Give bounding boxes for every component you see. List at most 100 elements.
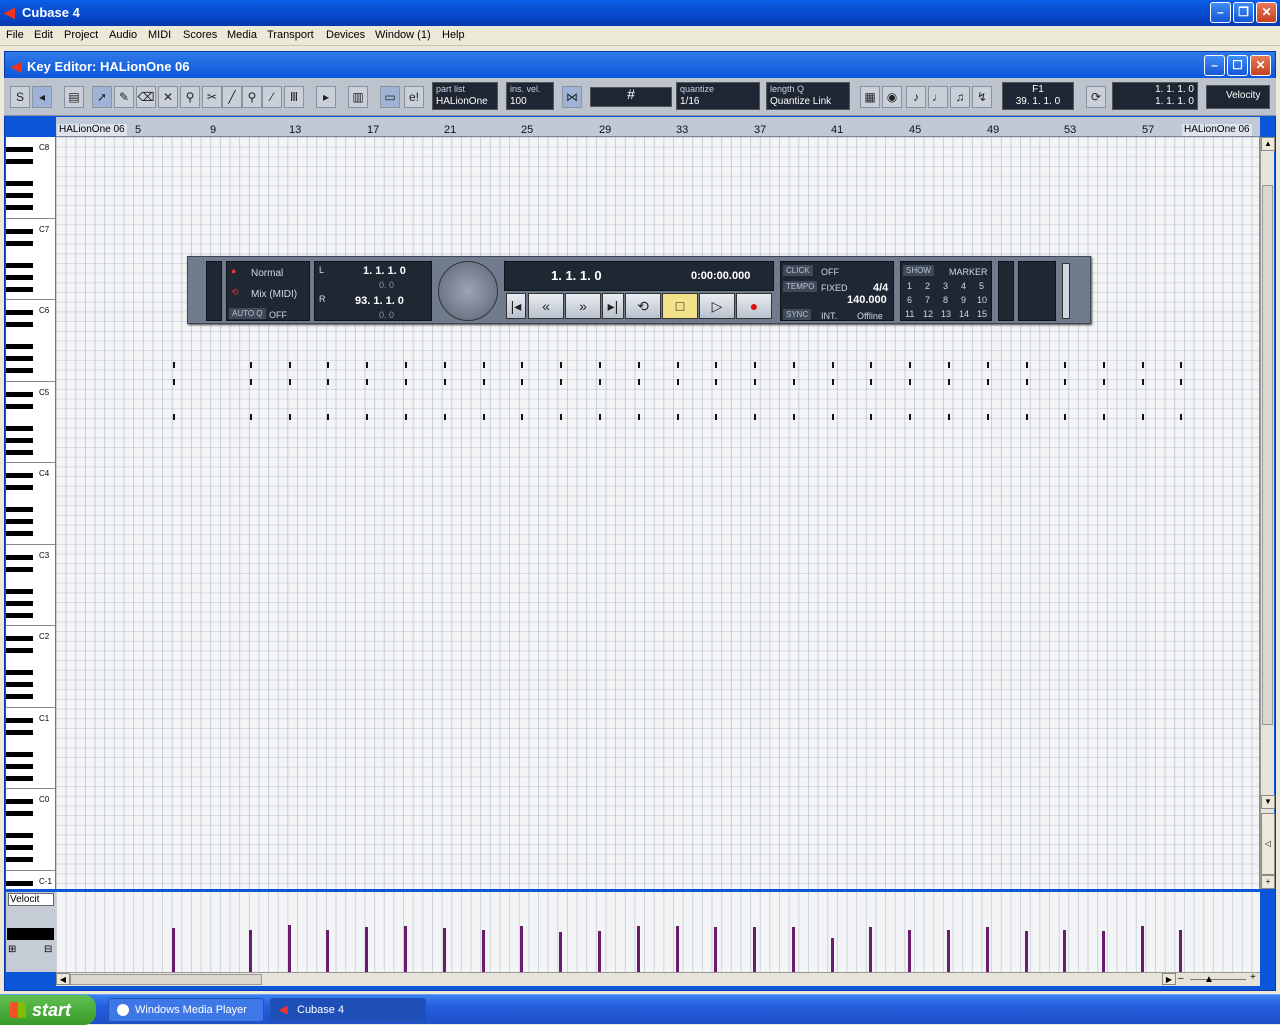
black-key[interactable] — [6, 648, 33, 653]
midi-note[interactable] — [793, 379, 795, 385]
editor-minimize-button[interactable]: – — [1204, 55, 1225, 76]
midi-note[interactable] — [715, 414, 717, 420]
marker-8[interactable]: 8 — [943, 295, 948, 305]
midi-note[interactable] — [1026, 379, 1028, 385]
menu-scores[interactable]: Scores — [183, 29, 217, 41]
black-key[interactable] — [6, 857, 33, 862]
black-key[interactable] — [6, 682, 33, 687]
close-button[interactable]: ✕ — [1256, 2, 1277, 23]
black-key[interactable] — [6, 531, 33, 536]
velocity-lane[interactable] — [56, 892, 1260, 972]
quantize-dropdown[interactable]: quantize 1/16 — [676, 82, 760, 110]
transport-panel[interactable]: ● Normal ⟲ Mix (MIDI) AUTO Q OFF L 1. 1.… — [187, 256, 1091, 324]
midi-note[interactable] — [250, 379, 252, 385]
menu-window[interactable]: Window (1) — [375, 29, 431, 41]
midi-note[interactable] — [173, 362, 175, 368]
position-time[interactable]: 0:00:00.000 — [691, 270, 750, 282]
note-grid[interactable] — [56, 137, 1260, 889]
marker-6[interactable]: 6 — [907, 295, 912, 305]
black-key[interactable] — [6, 751, 33, 757]
left-locator[interactable]: 1. 1. 1. 0 — [363, 265, 406, 277]
horizontal-scroll-thumb[interactable] — [70, 974, 262, 985]
black-key[interactable] — [6, 566, 33, 572]
scroll-right-icon[interactable]: ▶ — [1162, 973, 1176, 985]
midi-note[interactable] — [1142, 379, 1144, 385]
jog-wheel-icon[interactable] — [438, 261, 498, 321]
part-border-icon[interactable]: ▭ — [380, 86, 400, 108]
independent-track-loop-icon[interactable]: ⟳ — [1086, 86, 1106, 108]
black-key[interactable] — [6, 228, 33, 234]
menu-transport[interactable]: Transport — [267, 29, 314, 41]
black-key[interactable] — [6, 612, 33, 618]
menu-help[interactable]: Help — [442, 29, 465, 41]
velocity-bar[interactable] — [1063, 930, 1066, 972]
midi-note[interactable] — [1064, 362, 1066, 368]
marker-5[interactable]: 5 — [979, 281, 984, 291]
midi-note[interactable] — [1103, 379, 1105, 385]
erase-tool-icon[interactable]: ⌫ — [136, 86, 156, 108]
position-bars[interactable]: 1. 1. 1. 0 — [551, 268, 602, 283]
black-key[interactable] — [6, 507, 33, 512]
black-key[interactable] — [6, 437, 33, 443]
midi-note[interactable] — [909, 379, 911, 385]
piano-keyboard[interactable]: C8 C7 C6 C5 C4 C3 C2 C1 C0 C-1 — [6, 137, 56, 889]
midi-note[interactable] — [754, 362, 756, 368]
marker-15[interactable]: 15 — [977, 309, 987, 319]
stop-icon[interactable]: □ — [662, 293, 698, 319]
midi-note[interactable] — [638, 362, 640, 368]
menu-edit[interactable]: Edit — [34, 29, 53, 41]
velocity-bar[interactable] — [714, 927, 717, 972]
cycle-icon[interactable]: ⟲ — [625, 293, 661, 319]
record-mode-value[interactable]: Normal — [251, 268, 283, 279]
play-icon[interactable]: ▷ — [699, 293, 735, 319]
bar-ruler[interactable]: HALionOne 06 5 9 13 17 21 25 29 33 37 41… — [56, 117, 1260, 137]
midi-note[interactable] — [521, 414, 523, 420]
midi-note[interactable] — [405, 414, 407, 420]
menu-midi[interactable]: MIDI — [148, 29, 171, 41]
midi-note[interactable] — [1026, 414, 1028, 420]
horizontal-scrollbar[interactable]: ◀ ▶ — [56, 972, 1260, 986]
autoscroll-icon[interactable]: ▸ — [316, 86, 336, 108]
midi-note[interactable] — [832, 414, 834, 420]
midi-note[interactable] — [987, 362, 989, 368]
menu-devices[interactable]: Devices — [326, 29, 365, 41]
black-key[interactable] — [6, 356, 33, 361]
midi-note[interactable] — [483, 362, 485, 368]
marker-13[interactable]: 13 — [941, 309, 951, 319]
midi-note[interactable] — [793, 414, 795, 420]
length-quantize-dropdown[interactable]: length Q Quantize Link — [766, 82, 850, 110]
velocity-bar[interactable] — [986, 927, 989, 972]
midi-note[interactable] — [560, 414, 562, 420]
black-key[interactable] — [6, 485, 33, 490]
midi-note[interactable] — [173, 379, 175, 385]
black-key[interactable] — [6, 763, 33, 769]
velocity-bar[interactable] — [520, 926, 523, 972]
edit-in-place-icon[interactable]: e! — [404, 86, 424, 108]
midi-note[interactable] — [832, 362, 834, 368]
midi-note[interactable] — [483, 414, 485, 420]
midi-note[interactable] — [560, 362, 562, 368]
rewind-icon[interactable]: « — [528, 293, 564, 319]
goto-start-icon[interactable]: |◂ — [506, 293, 526, 319]
marker-12[interactable]: 12 — [923, 309, 933, 319]
part-list-dropdown[interactable]: part list HALionOne — [432, 82, 498, 110]
velocity-bar[interactable] — [637, 926, 640, 972]
marker-4[interactable]: 4 — [961, 281, 966, 291]
scissors-tool-icon[interactable]: ✂ — [202, 86, 222, 108]
listen-icon[interactable]: ◂ — [32, 86, 52, 108]
midi-note[interactable] — [1103, 362, 1105, 368]
midi-note[interactable] — [1103, 414, 1105, 420]
velocity-bar[interactable] — [326, 930, 329, 972]
velocity-bar[interactable] — [482, 930, 485, 972]
midi-note[interactable] — [327, 414, 329, 420]
black-key[interactable] — [6, 880, 33, 886]
click-label[interactable]: CLICK — [783, 265, 813, 276]
midi-note[interactable] — [405, 379, 407, 385]
scroll-up-icon[interactable]: ▲ — [1261, 137, 1275, 151]
midi-note[interactable] — [677, 379, 679, 385]
black-key[interactable] — [6, 181, 33, 186]
black-key[interactable] — [6, 554, 33, 560]
velocity-bar[interactable] — [831, 938, 834, 972]
midi-note[interactable] — [327, 362, 329, 368]
insert-velocity-field[interactable]: ins. vel. 100 — [506, 82, 554, 110]
